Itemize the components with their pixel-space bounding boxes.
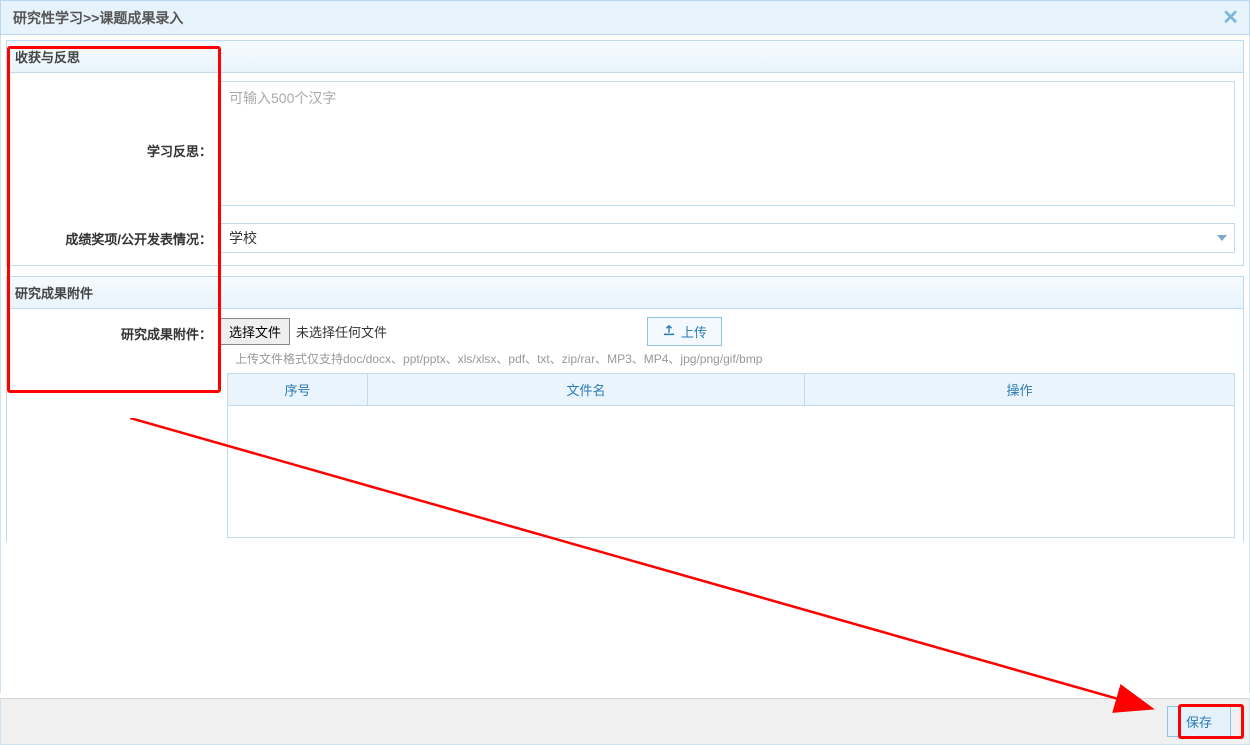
close-icon[interactable]: ✕: [1222, 1, 1239, 36]
upload-hint: 上传文件格式仅支持doc/docx、ppt/pptx、xls/xlsx、pdf、…: [235, 350, 1235, 367]
modal-footer: 保存: [0, 698, 1250, 745]
reflection-textarea[interactable]: [220, 81, 1235, 206]
upload-button-label: 上传: [681, 322, 707, 341]
section-header-attachment: 研究成果附件: [6, 276, 1244, 309]
col-index: 序号: [228, 374, 368, 406]
table-empty-body: [227, 406, 1235, 538]
section-body-reflection: 学习反思： 成绩奖项/公开发表情况：: [6, 73, 1244, 266]
upload-button[interactable]: 上传: [647, 317, 722, 346]
label-reflection: 学习反思：: [15, 81, 220, 160]
label-attachment: 研究成果附件：: [15, 320, 220, 343]
choose-file-button[interactable]: 选择文件: [220, 318, 290, 345]
section-header-reflection: 收获与反思: [6, 40, 1244, 73]
no-file-text: 未选择任何文件: [296, 322, 387, 341]
save-button[interactable]: 保存: [1167, 706, 1231, 737]
attachment-table: 序号 文件名 操作: [227, 373, 1235, 406]
section-body-attachment: 研究成果附件： 选择文件 未选择任何文件 上传 上传文件格式仅支持doc/doc…: [6, 309, 1244, 542]
award-select[interactable]: [220, 223, 1235, 253]
breadcrumb: 研究性学习>>课题成果录入: [13, 10, 183, 26]
col-action: 操作: [805, 374, 1235, 406]
award-select-value[interactable]: [220, 223, 1235, 253]
modal-content: 收获与反思 学习反思： 成绩奖项/公开发表情况： 研究成果附件: [0, 35, 1250, 693]
col-filename: 文件名: [368, 374, 805, 406]
label-award: 成绩奖项/公开发表情况：: [15, 223, 220, 248]
modal-container: 研究性学习>>课题成果录入 ✕ 收获与反思 学习反思： 成绩奖项/公开发表情况：: [0, 0, 1250, 745]
title-bar: 研究性学习>>课题成果录入 ✕: [0, 0, 1250, 35]
upload-icon: [662, 323, 676, 340]
